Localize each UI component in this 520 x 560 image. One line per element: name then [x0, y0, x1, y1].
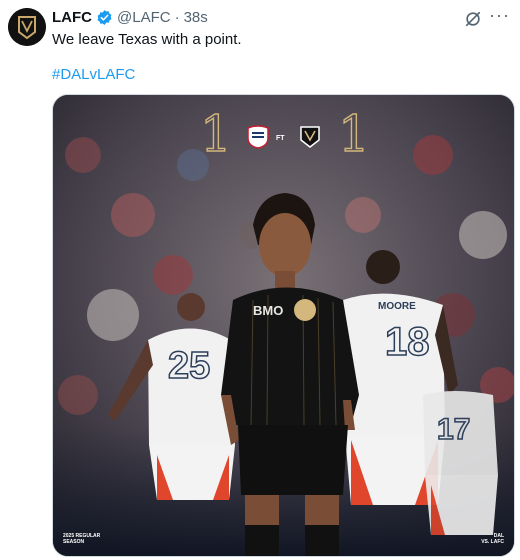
separator-dot: · [174, 9, 180, 26]
season-label: 2025 REGULAR SEASON [63, 533, 101, 545]
full-time-label: FT [276, 135, 285, 142]
hashtag-link[interactable]: #DALvLAFC [52, 66, 135, 83]
lafc-badge-icon [300, 126, 320, 148]
display-name[interactable]: LAFC [52, 9, 92, 26]
tweet-card[interactable]: LAFC @LAFC · 38s ··· We leave Texas with… [0, 0, 520, 560]
home-score: 1 [199, 105, 232, 163]
avatar[interactable] [8, 8, 46, 46]
match-photo [53, 95, 514, 556]
jersey-sponsor: BMO [253, 303, 284, 318]
jersey-number: 25 [167, 344, 211, 388]
away-score: 1 [337, 105, 370, 163]
verified-badge-icon [97, 10, 112, 25]
jersey-number: 18 [384, 319, 430, 365]
more-options-icon[interactable]: ··· [489, 6, 510, 24]
fc-dallas-badge-icon [247, 125, 269, 149]
tweet-header: LAFC @LAFC · 38s [52, 9, 208, 26]
timestamp[interactable]: 38s [184, 9, 208, 26]
jersey-number: 17 [436, 412, 471, 447]
tweet-text: We leave Texas with a point. [52, 31, 242, 48]
media-image[interactable]: 1 FT 1 BMO 25 MOORE 18 17 2025 REGULAR S… [52, 94, 515, 557]
lafc-logo-icon [8, 8, 46, 46]
jersey-name: MOORE [378, 301, 416, 312]
grok-icon[interactable] [464, 10, 482, 28]
handle[interactable]: @LAFC [117, 9, 171, 26]
matchup-label: DAL VS. LAFC [481, 533, 504, 545]
